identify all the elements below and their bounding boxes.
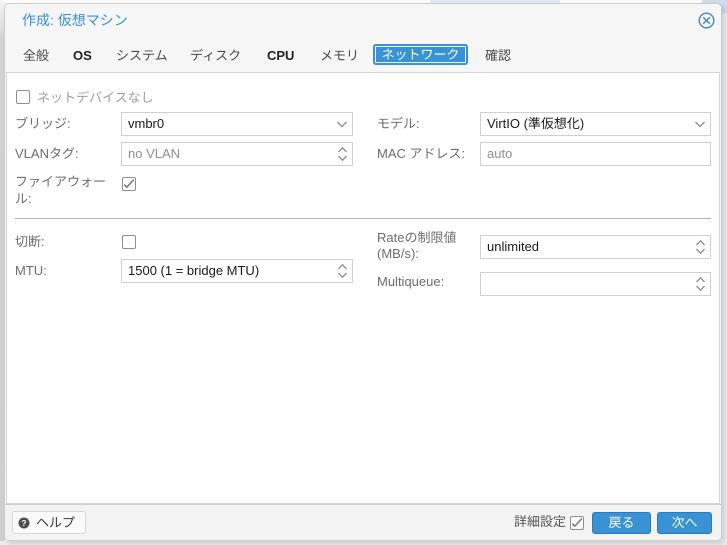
svg-text:?: ? — [21, 518, 26, 528]
